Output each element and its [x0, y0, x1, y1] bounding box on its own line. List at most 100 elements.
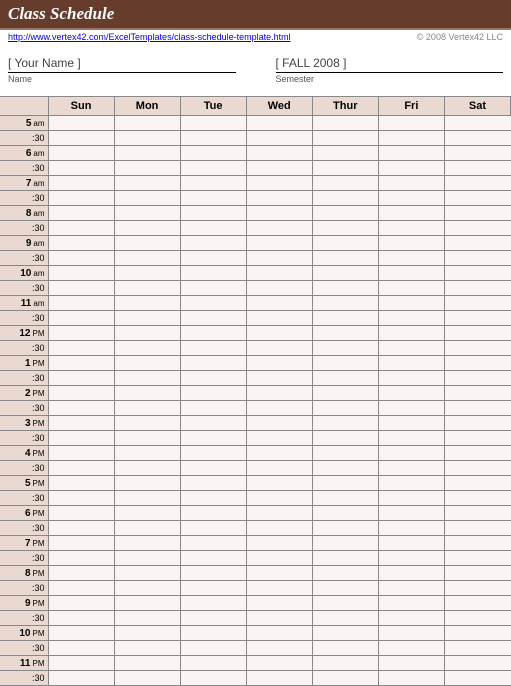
schedule-cell[interactable] — [48, 431, 114, 446]
schedule-cell[interactable] — [378, 266, 444, 281]
schedule-cell[interactable] — [444, 191, 510, 206]
schedule-cell[interactable] — [180, 161, 246, 176]
schedule-cell[interactable] — [48, 446, 114, 461]
schedule-cell[interactable] — [48, 236, 114, 251]
schedule-cell[interactable] — [378, 566, 444, 581]
schedule-cell[interactable] — [312, 326, 378, 341]
schedule-cell[interactable] — [444, 416, 510, 431]
schedule-cell[interactable] — [180, 281, 246, 296]
schedule-cell[interactable] — [312, 371, 378, 386]
schedule-cell[interactable] — [180, 431, 246, 446]
schedule-cell[interactable] — [378, 431, 444, 446]
schedule-cell[interactable] — [378, 671, 444, 686]
schedule-cell[interactable] — [246, 476, 312, 491]
schedule-cell[interactable] — [246, 266, 312, 281]
schedule-cell[interactable] — [48, 191, 114, 206]
schedule-cell[interactable] — [378, 296, 444, 311]
schedule-cell[interactable] — [444, 596, 510, 611]
schedule-cell[interactable] — [378, 461, 444, 476]
schedule-cell[interactable] — [114, 386, 180, 401]
schedule-cell[interactable] — [48, 641, 114, 656]
schedule-cell[interactable] — [378, 446, 444, 461]
schedule-cell[interactable] — [48, 221, 114, 236]
schedule-cell[interactable] — [246, 296, 312, 311]
schedule-cell[interactable] — [312, 641, 378, 656]
schedule-cell[interactable] — [444, 611, 510, 626]
schedule-cell[interactable] — [180, 371, 246, 386]
schedule-cell[interactable] — [378, 191, 444, 206]
schedule-cell[interactable] — [180, 116, 246, 131]
schedule-cell[interactable] — [246, 461, 312, 476]
schedule-cell[interactable] — [378, 221, 444, 236]
schedule-cell[interactable] — [312, 266, 378, 281]
schedule-cell[interactable] — [114, 626, 180, 641]
schedule-cell[interactable] — [312, 581, 378, 596]
schedule-cell[interactable] — [444, 176, 510, 191]
schedule-cell[interactable] — [312, 206, 378, 221]
schedule-cell[interactable] — [180, 476, 246, 491]
schedule-cell[interactable] — [114, 146, 180, 161]
schedule-cell[interactable] — [312, 416, 378, 431]
schedule-cell[interactable] — [48, 176, 114, 191]
schedule-cell[interactable] — [114, 221, 180, 236]
schedule-cell[interactable] — [114, 131, 180, 146]
schedule-cell[interactable] — [180, 221, 246, 236]
schedule-cell[interactable] — [378, 626, 444, 641]
schedule-cell[interactable] — [312, 296, 378, 311]
schedule-cell[interactable] — [114, 401, 180, 416]
schedule-cell[interactable] — [114, 416, 180, 431]
schedule-cell[interactable] — [180, 491, 246, 506]
schedule-cell[interactable] — [114, 536, 180, 551]
schedule-cell[interactable] — [114, 566, 180, 581]
schedule-cell[interactable] — [114, 506, 180, 521]
schedule-cell[interactable] — [312, 386, 378, 401]
schedule-cell[interactable] — [312, 161, 378, 176]
schedule-cell[interactable] — [48, 521, 114, 536]
schedule-cell[interactable] — [444, 476, 510, 491]
schedule-cell[interactable] — [246, 536, 312, 551]
schedule-cell[interactable] — [114, 326, 180, 341]
schedule-cell[interactable] — [444, 131, 510, 146]
schedule-cell[interactable] — [114, 671, 180, 686]
schedule-cell[interactable] — [312, 491, 378, 506]
schedule-cell[interactable] — [444, 311, 510, 326]
schedule-cell[interactable] — [114, 296, 180, 311]
schedule-cell[interactable] — [180, 131, 246, 146]
schedule-cell[interactable] — [378, 611, 444, 626]
schedule-cell[interactable] — [246, 356, 312, 371]
schedule-cell[interactable] — [378, 401, 444, 416]
schedule-cell[interactable] — [378, 491, 444, 506]
schedule-cell[interactable] — [48, 596, 114, 611]
schedule-cell[interactable] — [444, 581, 510, 596]
schedule-cell[interactable] — [312, 311, 378, 326]
schedule-cell[interactable] — [114, 596, 180, 611]
schedule-cell[interactable] — [114, 281, 180, 296]
schedule-cell[interactable] — [246, 416, 312, 431]
schedule-cell[interactable] — [180, 521, 246, 536]
schedule-cell[interactable] — [114, 491, 180, 506]
schedule-cell[interactable] — [246, 386, 312, 401]
schedule-cell[interactable] — [246, 371, 312, 386]
schedule-cell[interactable] — [378, 341, 444, 356]
schedule-cell[interactable] — [246, 626, 312, 641]
schedule-cell[interactable] — [48, 116, 114, 131]
schedule-cell[interactable] — [312, 611, 378, 626]
schedule-cell[interactable] — [180, 416, 246, 431]
schedule-cell[interactable] — [114, 461, 180, 476]
schedule-cell[interactable] — [444, 551, 510, 566]
schedule-cell[interactable] — [114, 266, 180, 281]
schedule-cell[interactable] — [48, 416, 114, 431]
schedule-cell[interactable] — [444, 371, 510, 386]
schedule-cell[interactable] — [48, 341, 114, 356]
schedule-cell[interactable] — [114, 371, 180, 386]
template-link[interactable]: http://www.vertex42.com/ExcelTemplates/c… — [8, 32, 291, 42]
schedule-cell[interactable] — [114, 341, 180, 356]
schedule-cell[interactable] — [312, 521, 378, 536]
schedule-cell[interactable] — [246, 236, 312, 251]
schedule-cell[interactable] — [180, 611, 246, 626]
schedule-cell[interactable] — [180, 146, 246, 161]
schedule-cell[interactable] — [246, 281, 312, 296]
schedule-cell[interactable] — [246, 191, 312, 206]
schedule-cell[interactable] — [48, 506, 114, 521]
schedule-cell[interactable] — [312, 461, 378, 476]
